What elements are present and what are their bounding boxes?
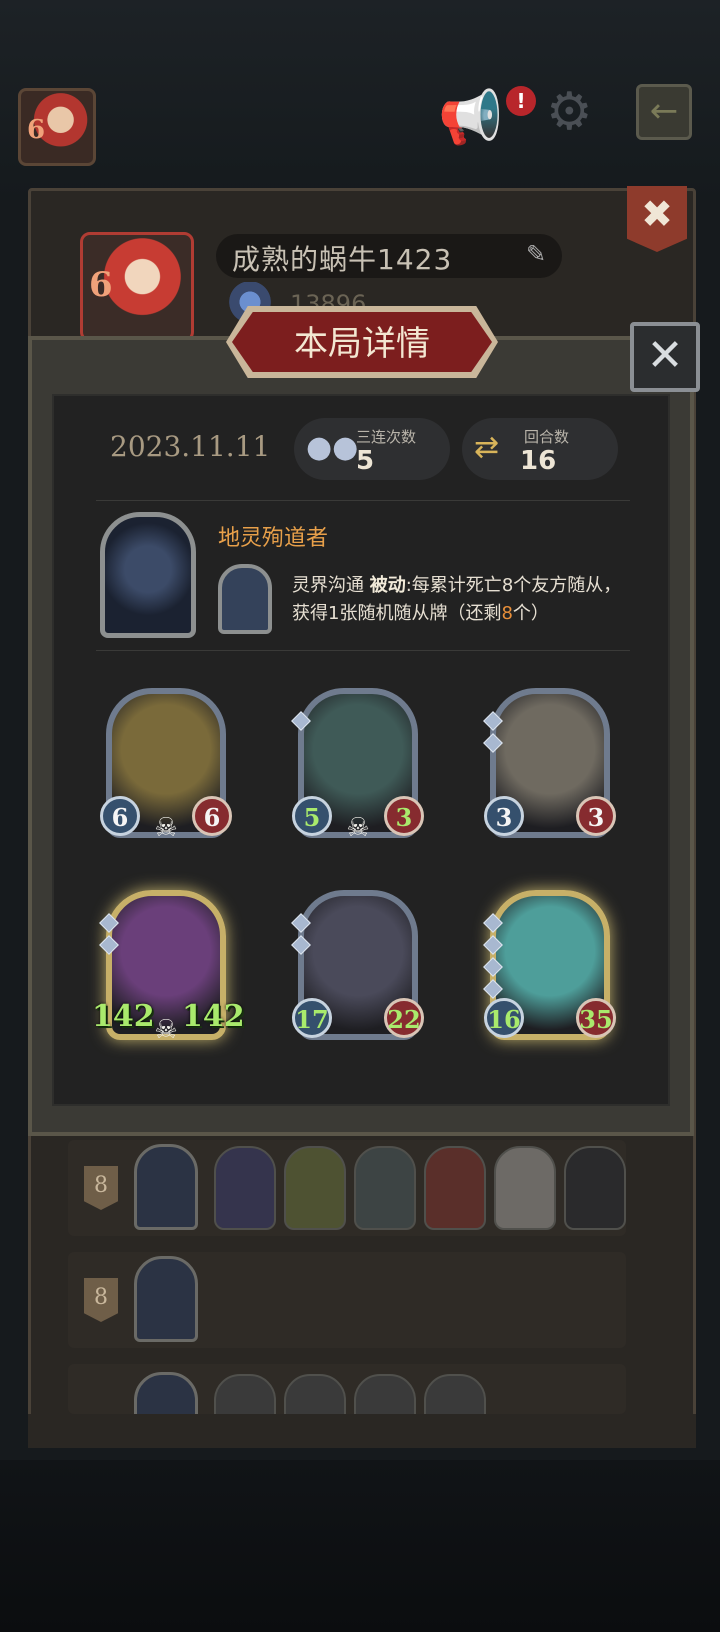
alert-icon: ! — [506, 86, 536, 116]
panel-footer — [28, 1414, 696, 1448]
exit-icon[interactable]: ← — [636, 84, 692, 140]
star-rating — [291, 711, 311, 736]
attack-stat: 16 — [484, 998, 524, 1038]
match-date: 2023.11.11 — [110, 430, 271, 463]
star-icon — [483, 979, 503, 999]
player-name: 成熟的蜗牛1423 — [232, 243, 453, 276]
rounds-value: 16 — [520, 446, 557, 476]
divider — [96, 500, 630, 501]
skill-type: 被动 — [369, 575, 406, 596]
row-unit — [424, 1146, 486, 1230]
star-icon — [291, 913, 311, 933]
attack-stat: 3 — [484, 796, 524, 836]
star-rating — [483, 913, 503, 1004]
health-stat: 3 — [384, 796, 424, 836]
skill-num-b: 8 — [501, 603, 513, 624]
skill-name: 灵界沟通 — [292, 575, 364, 596]
row-unit — [214, 1146, 276, 1230]
rounds-label: 回合数 — [524, 428, 570, 446]
profile-level-badge: 6 — [89, 265, 113, 305]
triple-count-pill: ●● 三连次数 5 — [294, 418, 450, 480]
star-icon — [291, 935, 311, 955]
history-row[interactable]: 8 — [68, 1140, 626, 1236]
attack-stat: 17 — [292, 998, 332, 1038]
megaphone-icon[interactable]: 📢 — [438, 92, 503, 144]
row-unit — [564, 1146, 626, 1230]
star-rating — [99, 913, 119, 960]
attack-stat: 6 — [100, 796, 140, 836]
star-icon — [99, 913, 119, 933]
profile-avatar: 6 — [80, 232, 194, 342]
row-unit — [494, 1146, 556, 1230]
attack-stat: 142 — [92, 999, 155, 1034]
rounds-pill: ⇄ 回合数 16 — [462, 418, 618, 480]
health-stat: 3 — [576, 796, 616, 836]
modal-close-button[interactable]: ✕ — [630, 322, 700, 392]
level-badge: 6 — [27, 115, 46, 145]
row-hero-portrait — [134, 1372, 198, 1414]
background-bottom — [0, 1460, 720, 1632]
health-stat: 6 — [192, 796, 232, 836]
star-icon — [291, 711, 311, 731]
skull-icon: ☠ — [346, 813, 370, 843]
edit-name-icon[interactable]: ✎ — [526, 240, 546, 268]
star-rating — [291, 913, 311, 960]
rounds-icon: ⇄ — [474, 430, 500, 465]
row-hero-portrait — [134, 1256, 198, 1342]
star-icon — [99, 935, 119, 955]
skill-text-a: :每累计死亡 — [405, 575, 502, 596]
star-rating — [483, 711, 503, 758]
star-icon — [483, 913, 503, 933]
triple-label: 三连次数 — [356, 428, 417, 446]
divider — [96, 650, 630, 651]
history-row[interactable]: 8 — [68, 1252, 626, 1348]
profile-close-button[interactable]: ✖ — [627, 186, 687, 252]
background-top — [0, 0, 720, 200]
star-icon — [483, 957, 503, 977]
health-stat: 22 — [384, 998, 424, 1038]
star-icon — [483, 711, 503, 731]
skill-description: 灵界沟通 被动:每累计死亡8个友方随从，获得1张随机随从牌（还剩8个） — [292, 572, 632, 628]
health-stat: 142 — [182, 999, 245, 1034]
row-unit — [424, 1374, 486, 1414]
skull-icon: ☠ — [154, 1015, 178, 1045]
player-avatar-button[interactable]: 6 — [18, 88, 96, 166]
skull-icon: ☠ — [154, 813, 178, 843]
star-icon — [483, 935, 503, 955]
attack-stat: 5 — [292, 796, 332, 836]
skill-icon — [218, 564, 272, 634]
skill-num-a: 8 — [501, 575, 514, 596]
health-stat: 35 — [576, 998, 616, 1038]
triple-value: 5 — [356, 446, 375, 476]
hero-portrait — [100, 512, 196, 638]
triple-icon: ●● — [306, 430, 359, 465]
rank-badge: 8 — [84, 1166, 118, 1210]
skill-text-c: 个） — [512, 603, 549, 624]
rank-badge: 8 — [84, 1278, 118, 1322]
gear-icon[interactable]: ⚙ — [546, 86, 593, 138]
history-row[interactable] — [68, 1364, 626, 1414]
row-unit — [354, 1374, 416, 1414]
modal-title: 本局详情 — [294, 324, 430, 364]
star-icon — [483, 733, 503, 753]
row-unit — [354, 1146, 416, 1230]
hero-name: 地灵殉道者 — [218, 526, 329, 551]
row-unit — [284, 1374, 346, 1414]
row-unit — [284, 1146, 346, 1230]
row-unit — [214, 1374, 276, 1414]
row-hero-portrait — [134, 1144, 198, 1230]
